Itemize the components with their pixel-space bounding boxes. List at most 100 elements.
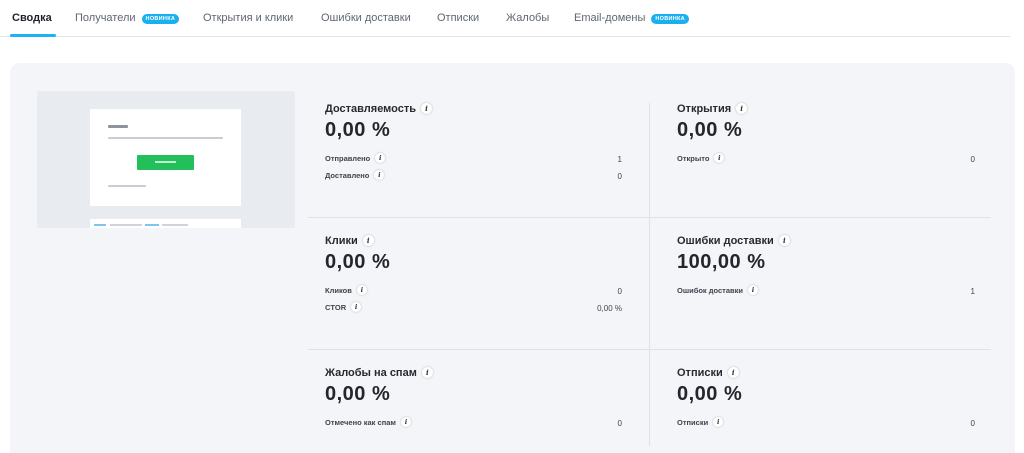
preview-signoff-line [108,185,146,187]
info-icon[interactable]: i [747,285,758,295]
row-label-text: Ошибок доставки [677,286,743,295]
info-icon[interactable]: i [421,103,432,114]
row-label: Кликов i [325,285,367,295]
metric-title: Открытия i [677,103,748,115]
summary-card: Доставляемость i 0,00 % Отправлено i 1 Дос… [10,63,1015,453]
preview-text-line [108,137,223,139]
preview-cta-button [137,155,194,170]
tab-complaints[interactable]: Жалобы [506,12,549,36]
row-label: Доставлено i [325,170,385,180]
row-value: 0 [617,287,622,296]
metric-row-opened: Открыто i 0 [677,153,975,167]
metric-title: Отписки i [677,367,739,379]
info-icon[interactable]: i [713,417,724,427]
row-label-text: Отправлено [325,154,371,163]
metric-title: Жалобы на спам i [325,367,433,379]
metric-title-text: Ошибки доставки [677,235,774,247]
metric-row-ctor: CTOR i 0,00 % [325,302,622,316]
metric-value: 0,00 % [677,119,743,141]
tab-summary[interactable]: Сводка [10,12,56,37]
metric-clicks: Клики i 0,00 % Кликов i 0 CTOR i 0,00 % [325,235,622,345]
tab-unsubscribes-label: Отписки [437,12,480,24]
metric-title-text: Отписки [677,367,723,379]
email-preview-footer [90,219,241,228]
row-label: Открыто i [677,153,725,163]
row-label-text: Кликов [325,286,352,295]
info-icon[interactable]: i [421,367,433,378]
active-tab-indicator [10,34,56,37]
metric-bounces: Ошибки доставки i 100,00 % Ошибок доставк… [677,235,975,345]
metric-row-bounced: Ошибок доставки i 1 [677,285,975,299]
row-value: 0 [970,419,975,428]
row-value: 0,00 % [597,304,622,313]
info-icon[interactable]: i [778,235,790,246]
report-tabs: Сводка Получатели Новинка Открытия и клик… [0,0,1010,37]
tab-complaints-label: Жалобы [506,12,550,24]
row-value: 0 [970,155,975,164]
info-icon[interactable]: i [374,170,385,180]
metric-value: 0,00 % [325,251,391,273]
tab-bounces[interactable]: Ошибки доставки [321,12,411,36]
metric-value: 0,00 % [325,119,391,141]
metric-title: Клики i [325,235,374,247]
row-label: CTOR i [325,302,362,312]
metric-row-marked-spam: Отмечено как спам i 0 [325,417,622,431]
info-icon[interactable]: i [375,153,386,163]
info-icon[interactable]: i [736,103,748,114]
metric-title-text: Клики [325,235,358,247]
metric-row-unsubscribed: Отписки i 0 [677,417,975,431]
row-divider [308,349,991,350]
row-label: Отписки i [677,417,724,427]
info-icon[interactable]: i [714,153,725,163]
tab-unsubscribes[interactable]: Отписки [437,12,479,36]
email-preview-thumbnail[interactable] [37,91,295,228]
column-divider [649,103,650,446]
metric-unsubscribes: Отписки i 0,00 % Отписки i 0 [677,367,975,453]
row-label: Отмечено как спам i [325,417,411,427]
metric-title-text: Открытия [677,103,732,115]
tab-summary-label: Сводка [12,12,52,24]
row-label-text: Отмечено как спам [325,418,396,427]
row-label: Отправлено i [325,153,386,163]
tab-opens-clicks-label: Открытия и клики [203,12,294,24]
row-label: Ошибок доставки i [677,285,758,295]
tab-recipients[interactable]: Получатели Новинка [75,12,180,36]
info-icon[interactable]: i [727,367,739,378]
metric-title-text: Доставляемость [325,103,416,115]
email-preview-body [90,109,241,206]
tab-email-domains-label: Email-домены [574,12,646,24]
row-label-text: Открыто [677,154,710,163]
metric-deliverability: Доставляемость i 0,00 % Отправлено i 1 Дос… [325,103,622,213]
row-label-text: Отписки [677,418,709,427]
metric-value: 100,00 % [677,251,766,273]
metric-opens: Открытия i 0,00 % Открыто i 0 [677,103,975,213]
row-value: 1 [617,155,622,164]
metric-row-clicks: Кликов i 0 [325,285,622,299]
tab-bounces-label: Ошибки доставки [321,12,411,24]
info-icon[interactable]: i [400,417,411,427]
preview-footer-text [162,224,188,226]
preview-footer-link [94,224,106,226]
metric-row-delivered: Доставлено i 0 [325,170,622,184]
metric-title: Доставляемость i [325,103,432,115]
metric-spam-complaints: Жалобы на спам i 0,00 % Отмечено как спам… [325,367,622,453]
metric-title-text: Жалобы на спам [325,367,417,379]
tab-recipients-label: Получатели [75,12,136,24]
new-badge: Новинка [651,14,689,24]
metric-title: Ошибки доставки i [677,235,790,247]
info-icon[interactable]: i [362,235,374,246]
preview-greeting-line [108,125,128,128]
tab-opens-clicks[interactable]: Открытия и клики [203,12,293,36]
metric-row-sent: Отправлено i 1 [325,153,622,167]
row-value: 0 [617,172,622,181]
row-value: 1 [970,287,975,296]
metric-value: 0,00 % [677,383,743,405]
row-label-text: CTOR [325,303,347,312]
info-icon[interactable]: i [351,302,362,312]
tab-email-domains[interactable]: Email-домены Новинка [574,12,689,36]
row-value: 0 [617,419,622,428]
metric-value: 0,00 % [325,383,391,405]
row-label-text: Доставлено [325,171,370,180]
info-icon[interactable]: i [356,285,367,295]
new-badge: Новинка [141,14,180,24]
